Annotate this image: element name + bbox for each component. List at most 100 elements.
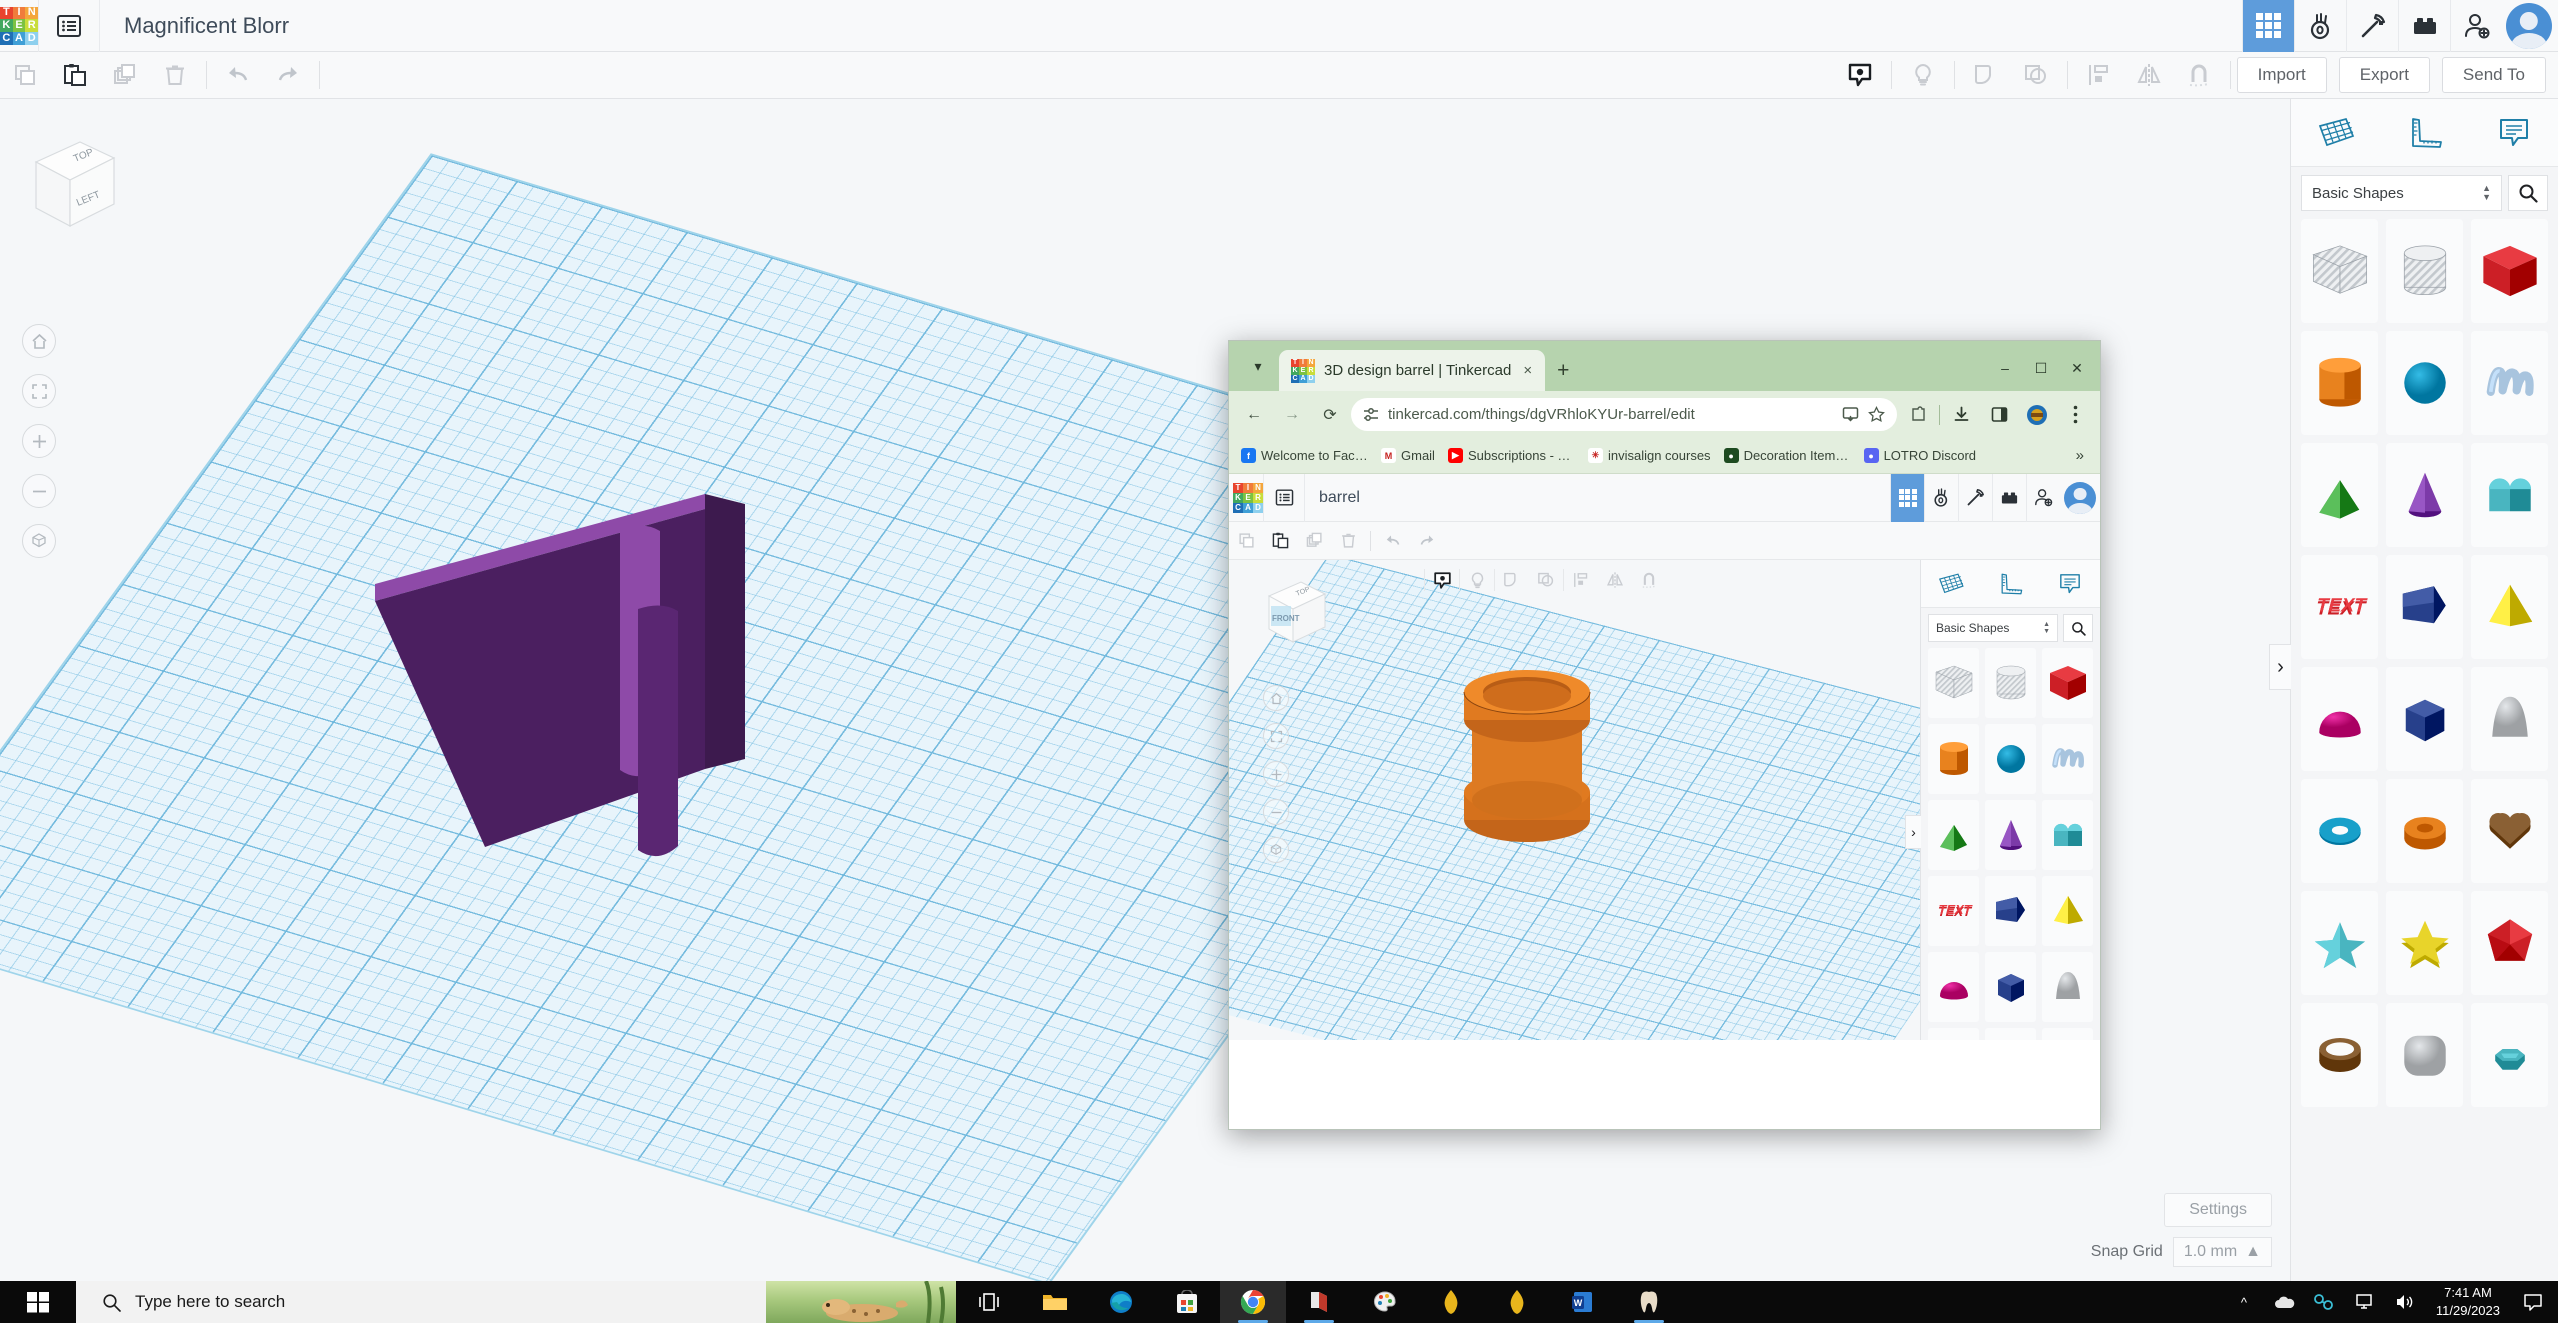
paint-icon[interactable] — [1352, 1281, 1418, 1323]
designs-grid-icon[interactable] — [2242, 0, 2294, 52]
display-icon[interactable] — [2344, 1281, 2384, 1323]
inner-collapse-panel-button[interactable]: › — [1905, 815, 1921, 849]
orange-barrel-model[interactable] — [1434, 660, 1634, 860]
shape-polygon[interactable] — [2386, 667, 2463, 771]
export-button[interactable]: Export — [2338, 57, 2430, 93]
zoom-in-icon[interactable] — [22, 424, 56, 458]
inner-group-icon[interactable] — [1495, 561, 1529, 599]
leaf2-icon[interactable] — [1484, 1281, 1550, 1323]
search-icon[interactable] — [2508, 175, 2548, 211]
close-tab-button[interactable]: × — [1520, 362, 1535, 379]
inner-notes-tab[interactable] — [2046, 566, 2094, 602]
inner-view-cube[interactable]: TOP FRONT — [1259, 576, 1333, 650]
fit-to-view-icon[interactable] — [22, 374, 56, 408]
shape-roof[interactable] — [2471, 443, 2548, 547]
inner-paste-icon[interactable] — [1263, 522, 1297, 560]
inner-align-icon[interactable] — [1564, 561, 1598, 599]
inner-tinkercad-app[interactable]: TIN KER CAD barrel TOP FRONT › Basic Sha… — [1229, 474, 2100, 1117]
shape-text[interactable]: TEXT TEXT — [2301, 555, 2378, 659]
inner-duplicate-icon[interactable] — [1297, 522, 1331, 560]
ungroup-icon[interactable] — [2011, 52, 2061, 99]
browser-tab[interactable]: TIN KER CAD 3D design barrel | Tinkercad… — [1279, 350, 1546, 391]
minecraft-pickaxe-icon[interactable] — [2346, 0, 2398, 52]
shape-box[interactable] — [2471, 219, 2548, 323]
inner-lego-brick-icon[interactable] — [1992, 474, 2026, 522]
lego-brick-icon[interactable] — [2398, 0, 2450, 52]
inner-mirror-icon[interactable] — [1598, 561, 1632, 599]
file-explorer-icon[interactable] — [1022, 1281, 1088, 1323]
shape-polygon[interactable] — [1985, 952, 2036, 1022]
shape-star-teal[interactable] — [2301, 891, 2378, 995]
shape-category-select[interactable]: Basic Shapes ▲ ▼ — [2301, 175, 2502, 211]
search-input[interactable]: Type here to search — [76, 1281, 956, 1323]
ortho-perspective-icon[interactable] — [22, 524, 56, 558]
inner-ruler-tab[interactable] — [1986, 566, 2034, 602]
word-icon[interactable]: W — [1550, 1281, 1616, 1323]
home-view-icon[interactable] — [22, 324, 56, 358]
shape-torus[interactable] — [2301, 779, 2378, 883]
bookmark-gmail[interactable]: M Gmail — [1377, 446, 1439, 465]
chrome-browser-window[interactable]: ▾ TIN KER CAD 3D design barrel | Tinkerc… — [1228, 340, 2101, 1130]
downloads-icon[interactable] — [1944, 398, 1978, 432]
shape-polyhedron[interactable] — [2471, 891, 2548, 995]
shape-cylinder-hole[interactable] — [1985, 648, 2036, 718]
avatar[interactable] — [2506, 2, 2552, 49]
inner-copy-icon[interactable] — [1229, 522, 1263, 560]
duplicate-icon[interactable] — [100, 52, 150, 99]
shape-roof[interactable] — [2042, 800, 2093, 870]
maximize-button[interactable]: ☐ — [2024, 353, 2058, 383]
address-bar[interactable]: tinkercad.com/things/dgVRhloKYUr-barrel/… — [1351, 398, 1897, 431]
shape-box[interactable] — [2042, 648, 2093, 718]
new-tab-button[interactable]: + — [1557, 359, 1569, 383]
shape-pyramid-yellow[interactable] — [2471, 555, 2548, 659]
mirror-icon[interactable] — [2124, 52, 2174, 99]
align-icon[interactable] — [2074, 52, 2124, 99]
volume-icon[interactable] — [2384, 1281, 2424, 1323]
shape-text[interactable]: TEXT TEXT — [1928, 876, 1979, 946]
extensions-icon[interactable] — [1901, 398, 1935, 432]
delete-icon[interactable] — [150, 52, 200, 99]
magnet-icon[interactable] — [2174, 52, 2224, 99]
shape-pyramid-green[interactable] — [1928, 800, 1979, 870]
tooth-icon[interactable] — [1616, 1281, 1682, 1323]
inner-avatar[interactable] — [2064, 481, 2096, 514]
forward-button[interactable]: → — [1275, 398, 1309, 432]
shape-cone[interactable] — [1985, 800, 2036, 870]
purple-flag-model[interactable] — [320, 469, 880, 919]
bookmark-invisalign[interactable]: ✳ invisalign courses — [1584, 446, 1715, 465]
book-icon[interactable] — [1286, 1281, 1352, 1323]
shape-gem[interactable] — [2471, 1003, 2548, 1107]
settings-button[interactable]: Settings — [2164, 1193, 2272, 1227]
chrome-menu-icon[interactable] — [2058, 398, 2092, 432]
bookmark-lotro[interactable]: ● LOTRO Discord — [1860, 446, 1980, 465]
inner-ungroup-icon[interactable] — [1529, 561, 1563, 599]
tab-search-icon[interactable]: ▾ — [1237, 345, 1279, 387]
shape-sphere[interactable] — [2386, 331, 2463, 435]
circuits-icon[interactable] — [2294, 0, 2346, 52]
inner-search-icon[interactable] — [2063, 614, 2093, 642]
inner-undo-icon[interactable] — [1376, 522, 1410, 560]
shape-star-yellow[interactable] — [2386, 891, 2463, 995]
microsoft-store-icon[interactable] — [1154, 1281, 1220, 1323]
lightbulb-icon[interactable] — [1898, 52, 1948, 99]
inner-delete-icon[interactable] — [1331, 522, 1365, 560]
onedrive-icon[interactable] — [2264, 1281, 2304, 1323]
inner-tinkercad-logo[interactable]: TIN KER CAD — [1233, 482, 1263, 513]
task-view-icon[interactable] — [956, 1281, 1022, 1323]
shape-box-hole[interactable] — [2301, 219, 2378, 323]
tinkercad-logo[interactable]: T I N K E R C A D — [0, 6, 38, 45]
shape-cylinder[interactable] — [2301, 331, 2378, 435]
ruler-tab[interactable] — [2389, 109, 2461, 157]
clock[interactable]: 7:41 AM 11/29/2023 — [2424, 1284, 2512, 1319]
install-app-icon[interactable] — [1842, 406, 1859, 423]
workplane-tab[interactable] — [2300, 109, 2372, 157]
zoom-out-icon[interactable] — [22, 474, 56, 508]
notifications-icon[interactable] — [2512, 1281, 2554, 1323]
shape-round-roof[interactable] — [2386, 1003, 2463, 1107]
inner-circuits-icon[interactable] — [1924, 474, 1958, 522]
inner-magnet-icon[interactable] — [1632, 561, 1666, 599]
shape-half-sphere[interactable] — [2301, 667, 2378, 771]
inner-note-icon[interactable] — [1425, 561, 1459, 599]
shape-half-sphere[interactable] — [1928, 952, 1979, 1022]
inner-designs-grid-icon[interactable] — [1890, 474, 1924, 522]
